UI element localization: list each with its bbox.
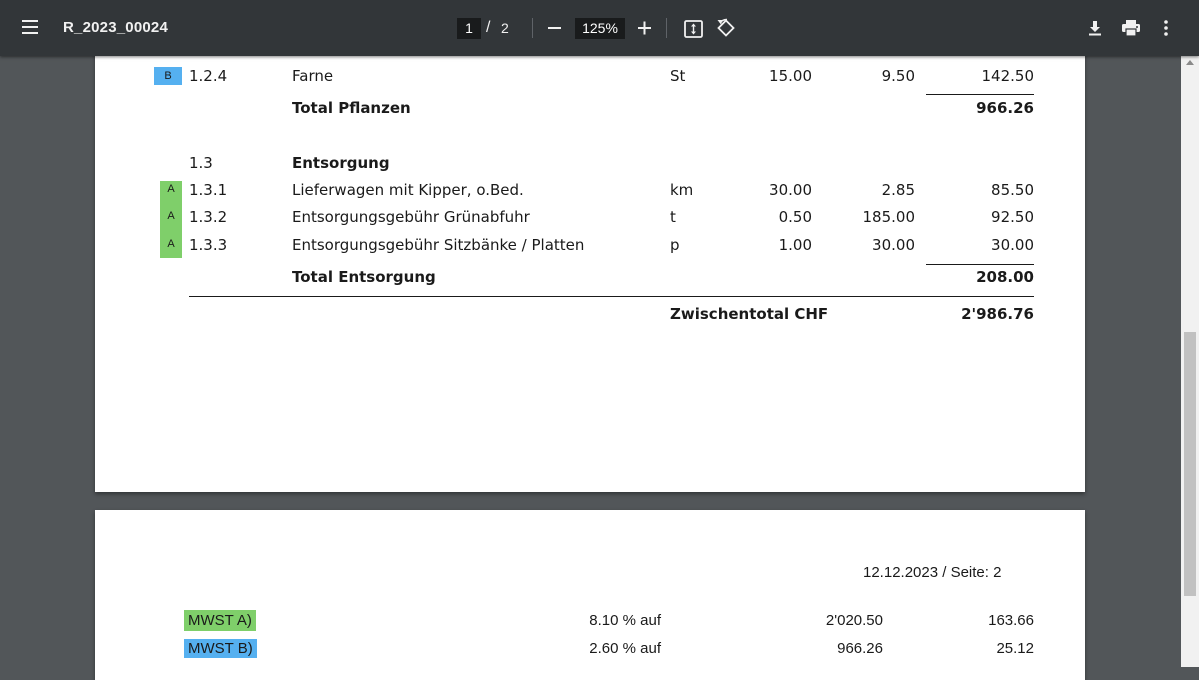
mwst-a-base: 2'020.50 [825, 612, 883, 629]
menu-icon[interactable] [20, 18, 42, 38]
item-total: 85.50 [991, 181, 1034, 199]
item-price: 185.00 [862, 208, 916, 226]
scroll-up-arrow-icon[interactable] [1186, 60, 1194, 65]
mwst-a-label: MWST A) [184, 610, 256, 631]
zoom-out-icon[interactable] [546, 19, 564, 37]
tag-a: A [167, 210, 175, 222]
tag-a: A [167, 183, 175, 195]
print-icon[interactable] [1120, 18, 1142, 38]
tag-b: B [154, 67, 182, 85]
total-entsorgung-value: 208.00 [976, 268, 1034, 286]
item-unit: p [670, 236, 680, 254]
zoom-in-icon[interactable] [636, 19, 654, 37]
tag-a: A [167, 238, 175, 250]
subtotal-line [926, 94, 1034, 95]
item-total: 142.50 [981, 67, 1035, 85]
pdf-toolbar: R_2023_00024 1 / 2 125% [0, 0, 1199, 56]
mwst-b-rate: 2.60 % auf [589, 640, 661, 657]
subtotal-line [926, 264, 1034, 265]
mwst-b-amount: 25.12 [996, 640, 1034, 657]
zoom-level-input[interactable]: 125% [575, 18, 625, 39]
item-code: 1.2.4 [189, 67, 228, 85]
scrollbar-thumb[interactable] [1184, 332, 1196, 596]
mwst-b-base: 966.26 [837, 640, 883, 657]
item-unit: St [670, 67, 686, 85]
page-number-input[interactable]: 1 [457, 18, 481, 39]
item-quantity: 0.50 [778, 208, 812, 226]
page-total: 2 [501, 20, 509, 36]
item-description: Lieferwagen mit Kipper, o.Bed. [292, 181, 524, 199]
total-entsorgung-label: Total Entsorgung [292, 268, 436, 286]
item-code: 1.3.2 [189, 208, 228, 226]
item-code: 1.3.3 [189, 236, 228, 254]
item-price: 9.50 [881, 67, 915, 85]
zwischentotal-line [189, 296, 1034, 297]
item-price: 2.85 [881, 181, 915, 199]
item-description: Entsorgungsgebühr Grünabfuhr [292, 208, 530, 226]
total-pflanzen-label: Total Pflanzen [292, 99, 411, 117]
zwischentotal-value: 2'986.76 [961, 305, 1034, 323]
item-quantity: 15.00 [769, 67, 812, 85]
date-page-line: 12.12.2023 / Seite: 2 [863, 564, 1002, 581]
mwst-a-rate: 8.10 % auf [589, 612, 661, 629]
item-quantity: 30.00 [769, 181, 812, 199]
page-separator: / [486, 19, 491, 36]
item-unit: km [670, 181, 694, 199]
document-title: R_2023_00024 [63, 19, 168, 36]
vertical-scrollbar[interactable] [1181, 56, 1199, 667]
item-total: 92.50 [991, 208, 1034, 226]
download-icon[interactable] [1085, 18, 1105, 38]
fit-to-page-icon[interactable] [683, 18, 705, 40]
item-quantity: 1.00 [778, 236, 812, 254]
rotate-icon[interactable] [715, 17, 737, 39]
item-price: 30.00 [872, 236, 915, 254]
item-description: Farne [292, 67, 334, 85]
toolbar-divider [666, 18, 667, 38]
item-code: 1.3.1 [189, 181, 228, 199]
zwischentotal-label: Zwischentotal CHF [670, 305, 829, 323]
mwst-a-amount: 163.66 [988, 612, 1034, 629]
more-options-icon[interactable] [1160, 18, 1172, 38]
toolbar-divider [532, 18, 533, 38]
section-title: Entsorgung [292, 154, 390, 172]
mwst-b-label: MWST B) [184, 639, 257, 658]
total-pflanzen-value: 966.26 [976, 99, 1034, 117]
item-total: 30.00 [991, 236, 1034, 254]
pdf-page-2: 12.12.2023 / Seite: 2 MWST A) 8.10 % auf… [95, 510, 1085, 680]
item-unit: t [670, 208, 676, 226]
section-code: 1.3 [189, 154, 213, 172]
pdf-page-1: B 1.2.4 Farne St 15.00 9.50 142.50 Total… [95, 40, 1085, 492]
item-description: Entsorgungsgebühr Sitzbänke / Platten [292, 236, 585, 254]
